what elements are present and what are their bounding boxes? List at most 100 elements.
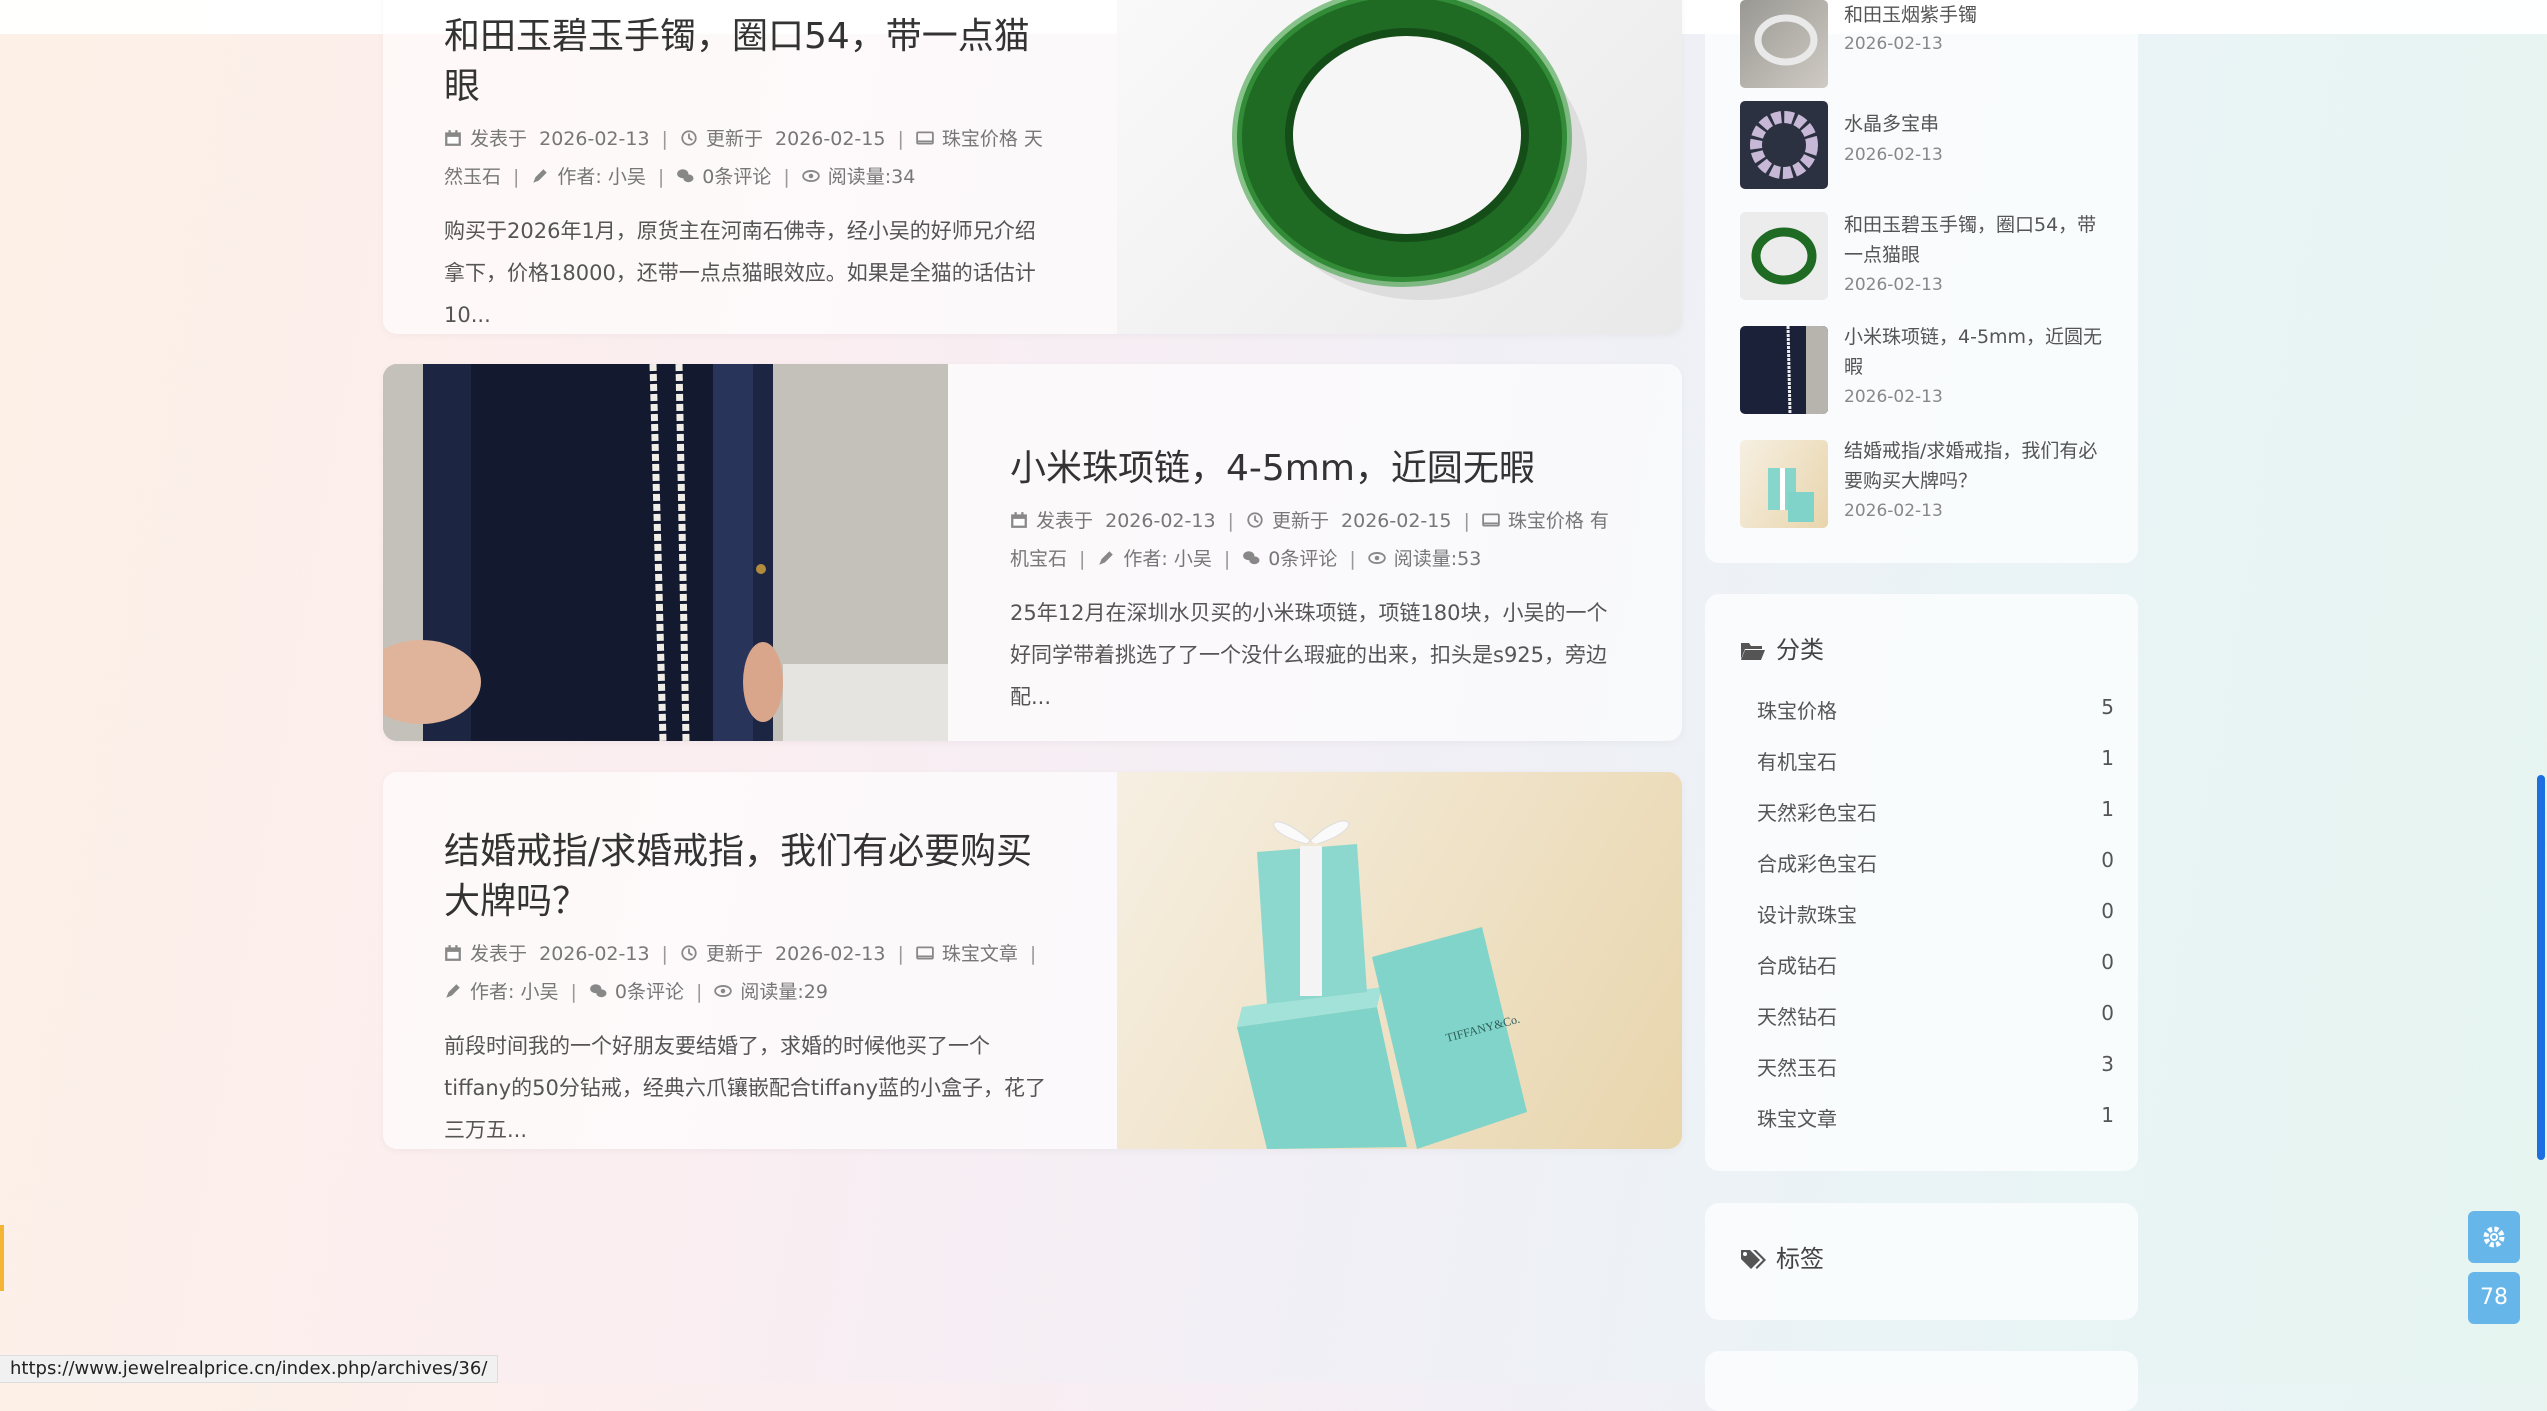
post-comments[interactable]: 0条评论 xyxy=(1268,548,1337,570)
category-name[interactable]: 有机宝石 xyxy=(1757,750,1837,774)
category-item[interactable]: 合成钻石 0 xyxy=(1757,950,2114,979)
post-excerpt: 购买于2026年1月，原货主在河南石佛寺，经小吴的好师兄介绍拿下，价格18000… xyxy=(444,219,1036,327)
page-scrollbar-thumb[interactable] xyxy=(2537,775,2545,1160)
comments-icon xyxy=(589,984,607,998)
post-comments[interactable]: 0条评论 xyxy=(702,166,771,188)
pen-icon xyxy=(533,169,548,183)
recent-post-thumbnail[interactable] xyxy=(1740,101,1828,189)
category-name[interactable]: 天然钻石 xyxy=(1757,1005,1837,1029)
post-thumbnail[interactable] xyxy=(383,364,948,741)
book-icon xyxy=(1482,513,1500,527)
comments-icon xyxy=(1243,551,1260,565)
post-card[interactable]: 结婚戒指/求婚戒指，我们有必要购买大牌吗？ 发表于 2026-02-13 | 更新于… xyxy=(383,772,1682,1149)
category-count: 1 xyxy=(2101,1103,2114,1127)
category-item[interactable]: 珠宝价格 5 xyxy=(1757,695,2114,724)
category-name[interactable]: 合成彩色宝石 xyxy=(1757,852,1877,876)
post-meta: 发表于 2026-02-13 | 更新于 2026-02-15 | 珠宝价格 有机宝石 |… xyxy=(1010,510,1609,570)
category-count: 1 xyxy=(2101,797,2114,821)
recent-post-date: 2026-02-13 xyxy=(1844,275,1943,295)
folder-open-icon xyxy=(1741,643,1765,660)
pen-icon xyxy=(1099,551,1114,565)
comments-icon xyxy=(677,169,694,183)
category-count: 3 xyxy=(2101,1052,2114,1076)
categories-title-text: 分类 xyxy=(1776,636,1824,664)
post-title[interactable]: 小米珠项链，4-5mm，近圆无暇 xyxy=(1010,444,1615,494)
recent-post-thumbnail[interactable] xyxy=(1740,440,1828,528)
side-drawer-tab[interactable] xyxy=(0,1225,4,1291)
recent-post-title[interactable]: 结婚戒指/求婚戒指，我们有必要购买大牌吗？ xyxy=(1844,436,2114,496)
jade-bangle-image xyxy=(1751,227,1817,285)
category-name[interactable]: 珠宝价格 xyxy=(1757,699,1837,723)
published-label: 发表于 xyxy=(470,943,528,965)
recent-post-date: 2026-02-13 xyxy=(1844,387,1943,407)
calendar-icon xyxy=(1011,512,1027,528)
settings-button[interactable] xyxy=(2468,1211,2520,1263)
recent-posts-widget: 和田玉烟紫手镯 2026-02-13 水晶多宝串 2026-02-13 和田玉碧… xyxy=(1705,0,2138,563)
category-item[interactable]: 天然玉石 3 xyxy=(1757,1052,2114,1081)
post-card[interactable]: 小米珠项链，4-5mm，近圆无暇 发表于 2026-02-13 | 更新于 2026… xyxy=(383,364,1682,741)
post-meta: 发表于 2026-02-13 | 更新于 2026-02-13 | 珠宝文章 |作者: 小… xyxy=(444,935,1049,1011)
post-comments[interactable]: 0条评论 xyxy=(615,981,684,1003)
recent-post-item[interactable]: 和田玉烟紫手镯 2026-02-13 xyxy=(1740,0,2120,90)
published-date: 2026-02-13 xyxy=(539,943,650,965)
book-icon xyxy=(916,131,934,145)
published-label: 发表于 xyxy=(470,128,528,150)
next-widget xyxy=(1705,1351,2138,1411)
categories-widget: 分类 珠宝价格 5 有机宝石 1 天然彩色宝石 1 合成彩色宝石 0 设计款珠宝 0 合成… xyxy=(1705,594,2138,1171)
post-views: 阅读量:53 xyxy=(1393,548,1482,570)
recent-post-item[interactable]: 结婚戒指/求婚戒指，我们有必要购买大牌吗？ 2026-02-13 xyxy=(1740,440,2120,530)
category-item[interactable]: 珠宝文章 1 xyxy=(1757,1103,2114,1132)
tags-widget-title: 标签 xyxy=(1740,1239,1824,1274)
post-excerpt: 前段时间我的一个好朋友要结婚了，求婚的时候他买了一个tiffany的50分钻戒，… xyxy=(444,1034,1047,1142)
category-item[interactable]: 设计款珠宝 0 xyxy=(1757,899,2114,928)
updated-label: 更新于 xyxy=(705,943,763,965)
recent-post-thumbnail[interactable] xyxy=(1740,0,1828,88)
calendar-icon xyxy=(445,130,461,146)
recent-post-thumbnail[interactable] xyxy=(1740,212,1828,300)
history-icon xyxy=(681,130,697,146)
post-excerpt: 25年12月在深圳水贝买的小米珠项链，项链180块，小吴的一个好同学带着挑选了了… xyxy=(1010,601,1608,709)
post-title[interactable]: 结婚戒指/求婚戒指，我们有必要购买大牌吗？ xyxy=(444,827,1049,927)
post-title[interactable]: 和田玉碧玉手镯，圈口54，带一点猫眼 xyxy=(444,12,1049,112)
category-name[interactable]: 设计款珠宝 xyxy=(1757,903,1857,927)
calendar-icon xyxy=(445,945,461,961)
category-count: 0 xyxy=(2101,1001,2114,1025)
eye-icon xyxy=(802,170,820,182)
post-thumbnail[interactable]: TIFFANY&Co. xyxy=(1117,772,1682,1149)
post-author: 作者: 小吴 xyxy=(470,981,559,1003)
history-icon xyxy=(1247,512,1263,528)
categories-widget-title: 分类 xyxy=(1740,630,1824,665)
category-item[interactable]: 天然钻石 0 xyxy=(1757,1001,2114,1030)
category-name[interactable]: 合成钻石 xyxy=(1757,954,1837,978)
post-categories[interactable]: 珠宝文章 xyxy=(942,943,1018,965)
jade-bangle-image xyxy=(1232,0,1587,300)
category-item[interactable]: 有机宝石 1 xyxy=(1757,746,2114,775)
history-icon xyxy=(681,945,697,961)
category-name[interactable]: 天然彩色宝石 xyxy=(1757,801,1877,825)
reading-progress-button[interactable]: 78 xyxy=(2468,1272,2520,1324)
book-icon xyxy=(916,946,934,960)
recent-post-item[interactable]: 小米珠项链，4-5mm，近圆无暇 2026-02-13 xyxy=(1740,326,2120,416)
recent-post-title[interactable]: 小米珠项链，4-5mm，近圆无暇 xyxy=(1844,322,2114,382)
recent-post-title[interactable]: 和田玉烟紫手镯 xyxy=(1844,0,2114,30)
category-item[interactable]: 合成彩色宝石 0 xyxy=(1757,848,2114,877)
recent-post-item[interactable]: 和田玉碧玉手镯，圈口54，带一点猫眼 2026-02-13 xyxy=(1740,212,2120,302)
gift-box-image: TIFFANY&Co. xyxy=(1237,820,1527,1149)
category-name[interactable]: 天然玉石 xyxy=(1757,1056,1837,1080)
tags-icon xyxy=(1741,1250,1766,1269)
published-date: 2026-02-13 xyxy=(539,128,650,150)
category-name[interactable]: 珠宝文章 xyxy=(1757,1107,1837,1131)
recent-post-title[interactable]: 水晶多宝串 xyxy=(1844,109,2114,139)
updated-label: 更新于 xyxy=(705,128,763,150)
recent-post-thumbnail[interactable] xyxy=(1740,326,1828,414)
status-bar-url: https://www.jewelrealprice.cn/index.php/… xyxy=(0,1355,499,1383)
recent-post-date: 2026-02-13 xyxy=(1844,501,1943,521)
recent-post-item[interactable]: 水晶多宝串 2026-02-13 xyxy=(1740,101,2120,191)
recent-post-title[interactable]: 和田玉碧玉手镯，圈口54，带一点猫眼 xyxy=(1844,210,2114,270)
pearl-necklace-image xyxy=(1786,326,1828,414)
pen-icon xyxy=(446,984,460,998)
post-card[interactable]: 和田玉碧玉手镯，圈口54，带一点猫眼 发表于 2026-02-13 | 更新于 20… xyxy=(383,0,1682,334)
pearl-necklace-image xyxy=(383,364,948,741)
post-thumbnail[interactable] xyxy=(1117,0,1682,334)
category-item[interactable]: 天然彩色宝石 1 xyxy=(1757,797,2114,826)
